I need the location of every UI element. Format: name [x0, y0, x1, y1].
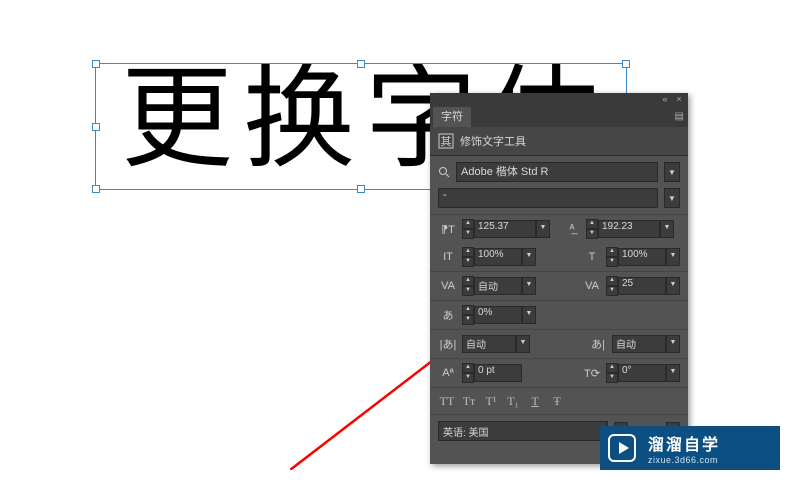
aki-right-icon: あ| — [588, 334, 608, 354]
smallcaps-button[interactable]: Tᴛ — [460, 392, 478, 410]
font-style-dropdown[interactable]: ▼ — [664, 188, 680, 208]
character-panel: « × 字符 ▤ 其 修饰文字工具 Adobe 楷体 Std R ▼ - ▼ ⁋… — [430, 93, 688, 464]
rotate-dropdown[interactable]: ▼ — [666, 364, 680, 382]
watermark-url: zixue.3d66.com — [648, 455, 720, 465]
resize-handle[interactable] — [92, 185, 100, 193]
scale-row: IT ▲▼100%▼ T ▲▼100%▼ — [430, 243, 688, 272]
watermark-title: 溜溜自学 — [648, 431, 720, 455]
aki-right-input[interactable]: 自动 — [612, 335, 666, 353]
aki-row: |あ| 自动▼ あ| 自动▼ — [430, 330, 688, 359]
tsume-icon: あ — [438, 305, 458, 325]
superscript-button[interactable]: T¹ — [482, 392, 500, 410]
tracking-input[interactable]: 25 — [618, 277, 666, 295]
panel-menu-icon[interactable]: ▤ — [675, 111, 684, 122]
strikethrough-button[interactable]: Ŧ — [548, 392, 566, 410]
type-style-buttons: TT Tᴛ T¹ T₁ T Ŧ — [430, 388, 688, 415]
tsume-spinner[interactable]: ▲▼ — [462, 305, 474, 325]
vscale-dropdown[interactable]: ▼ — [522, 248, 536, 266]
tracking-dropdown[interactable]: ▼ — [666, 277, 680, 295]
kern-track-row: VA ▲▼自动▼ VA ▲▼25▼ — [430, 272, 688, 301]
tsume-input[interactable]: 0% — [474, 306, 522, 324]
baseline-spinner[interactable]: ▲▼ — [462, 363, 474, 383]
resize-handle[interactable] — [357, 185, 365, 193]
touch-type-tool-row[interactable]: 其 修饰文字工具 — [430, 127, 688, 156]
aki-right-dropdown[interactable]: ▼ — [666, 335, 680, 353]
font-style-row: - ▼ — [430, 188, 688, 215]
panel-titlebar[interactable]: « × — [430, 93, 688, 105]
tab-character[interactable]: 字符 — [433, 107, 471, 127]
kerning-input[interactable]: 自动 — [474, 277, 522, 295]
aki-left-input[interactable]: 自动 — [462, 335, 516, 353]
tracking-spinner[interactable]: ▲▼ — [606, 276, 618, 296]
kerning-spinner[interactable]: ▲▼ — [462, 276, 474, 296]
aki-left-dropdown[interactable]: ▼ — [516, 335, 530, 353]
tsume-dropdown[interactable]: ▼ — [522, 306, 536, 324]
allcaps-button[interactable]: TT — [438, 392, 456, 410]
font-family-row: Adobe 楷体 Std R ▼ — [430, 156, 688, 188]
tsume-row: あ ▲▼0%▼ — [430, 301, 688, 330]
size-spinner[interactable]: ▲▼ — [462, 219, 474, 239]
baseline-icon: Aª — [438, 363, 458, 383]
kerning-dropdown[interactable]: ▼ — [522, 277, 536, 295]
hscale-dropdown[interactable]: ▼ — [666, 248, 680, 266]
size-leading-row: ⁋T ▲▼125.37▼ ᴬ̲ ▲▼192.23▼ — [430, 215, 688, 243]
resize-handle[interactable] — [92, 60, 100, 68]
vscale-input[interactable]: 100% — [474, 248, 522, 266]
collapse-icon[interactable]: « — [660, 94, 670, 104]
size-dropdown[interactable]: ▼ — [536, 220, 550, 238]
kerning-icon: VA — [438, 276, 458, 296]
underline-button[interactable]: T — [526, 392, 544, 410]
vscale-icon: IT — [438, 247, 458, 267]
leading-input[interactable]: 192.23 — [598, 220, 660, 238]
touch-type-icon: 其 — [438, 133, 454, 149]
hscale-spinner[interactable]: ▲▼ — [606, 247, 618, 267]
panel-tabs: 字符 ▤ — [430, 105, 688, 127]
resize-handle[interactable] — [622, 60, 630, 68]
font-family-dropdown[interactable]: ▼ — [664, 162, 680, 182]
svg-text:其: 其 — [441, 135, 452, 148]
language-select[interactable]: 英语: 美国 — [438, 421, 608, 441]
touch-type-label: 修饰文字工具 — [460, 133, 526, 149]
resize-handle[interactable] — [357, 60, 365, 68]
rotate-icon: T⟳ — [582, 363, 602, 383]
leading-icon: ᴬ̲ — [562, 219, 582, 239]
vscale-spinner[interactable]: ▲▼ — [462, 247, 474, 267]
font-size-icon: ⁋T — [438, 219, 458, 239]
subscript-button[interactable]: T₁ — [504, 392, 522, 410]
hscale-input[interactable]: 100% — [618, 248, 666, 266]
resize-handle[interactable] — [92, 123, 100, 131]
watermark: 溜溜自学 zixue.3d66.com — [600, 426, 780, 470]
leading-spinner[interactable]: ▲▼ — [586, 219, 598, 239]
rotate-spinner[interactable]: ▲▼ — [606, 363, 618, 383]
rotate-input[interactable]: 0° — [618, 364, 666, 382]
tracking-icon: VA — [582, 276, 602, 296]
baseline-rotate-row: Aª ▲▼0 pt T⟳ ▲▼0°▼ — [430, 359, 688, 388]
font-style-input[interactable]: - — [438, 188, 658, 208]
watermark-logo-icon — [600, 426, 644, 470]
hscale-icon: T — [582, 247, 602, 267]
search-icon — [438, 166, 450, 178]
aki-left-icon: |あ| — [438, 334, 458, 354]
font-family-input[interactable]: Adobe 楷体 Std R — [456, 162, 658, 182]
leading-dropdown[interactable]: ▼ — [660, 220, 674, 238]
close-icon[interactable]: × — [674, 94, 684, 104]
baseline-input[interactable]: 0 pt — [474, 364, 522, 382]
font-size-input[interactable]: 125.37 — [474, 220, 536, 238]
